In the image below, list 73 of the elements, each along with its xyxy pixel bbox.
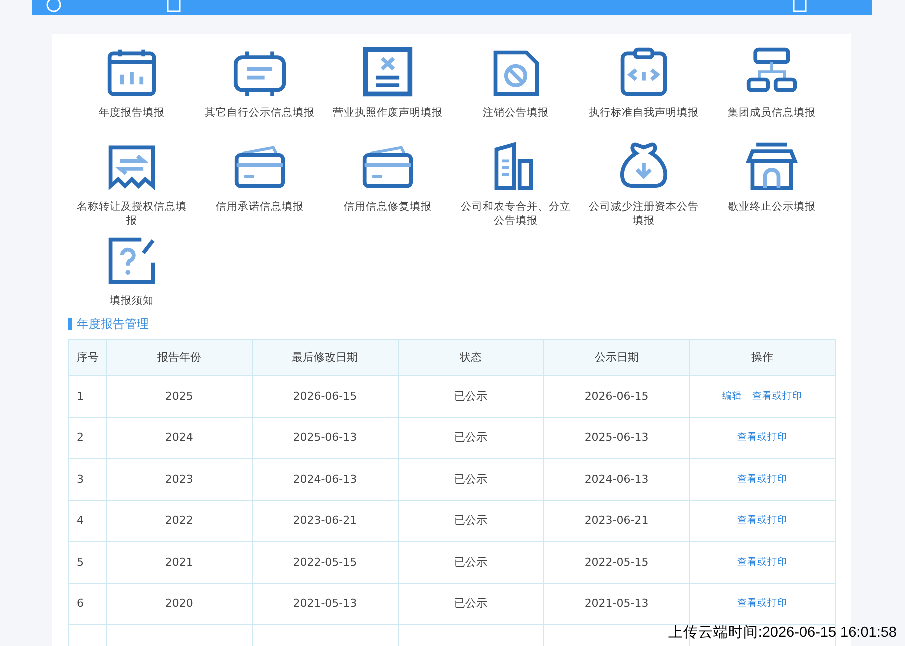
service-tile[interactable]: 公司和农专合并、分立公告填报 (452, 140, 580, 228)
action-link[interactable]: 查看或打印 (738, 474, 788, 485)
table-cell: 已公示 (398, 583, 544, 624)
table-cell: 2026-06-15 (544, 376, 690, 417)
service-label: 填报须知 (109, 294, 155, 308)
service-label: 歇业终止公示填报 (727, 200, 817, 214)
table-cell: 2020 (106, 583, 252, 624)
service-label: 年度报告填报 (98, 106, 166, 120)
service-label: 注销公告填报 (482, 106, 550, 120)
table-cell: 2021 (106, 542, 252, 583)
table-cell: 6 (68, 583, 106, 624)
action-link[interactable]: 查看或打印 (738, 432, 788, 444)
table-cell: 已公示 (398, 458, 544, 500)
service-label: 名称转让及授权信息填报 (76, 200, 188, 228)
action-link[interactable]: 编辑 (722, 390, 743, 402)
action-link[interactable]: 查看或打印 (738, 556, 788, 568)
table-cell: 已公示 (398, 417, 544, 458)
service-label: 集团成员信息填报 (727, 106, 817, 120)
service-label: 营业执照作废声明填报 (332, 106, 444, 120)
section-title: 年度报告管理 (68, 318, 836, 330)
service-label: 信用承诺信息填报 (215, 200, 305, 214)
table-cell: 2 (68, 417, 106, 458)
column-header: 操作 (690, 340, 836, 376)
table-cell: 3 (68, 458, 106, 500)
column-header: 最后修改日期 (252, 340, 398, 376)
table-cell: 2022 (106, 500, 252, 542)
service-tile[interactable]: 执行标准自我声明填报 (580, 46, 708, 134)
service-tile[interactable]: 年度报告填报 (68, 46, 196, 134)
column-header: 报告年份 (106, 340, 252, 376)
service-tile[interactable]: 集团成员信息填报 (708, 46, 836, 134)
service-label: 信用信息修复填报 (343, 200, 433, 214)
table-cell: 已公示 (398, 542, 544, 583)
table-cell: 2025-06-13 (252, 417, 398, 458)
table-cell: 1 (68, 376, 106, 417)
service-tile[interactable]: 填报须知 (68, 234, 196, 314)
column-header: 状态 (398, 340, 544, 376)
table-cell: 2023-06-21 (252, 500, 398, 542)
service-tile[interactable]: 名称转让及授权信息填报 (68, 140, 196, 228)
service-label: 公司和农专合并、分立公告填报 (460, 200, 572, 228)
service-label: 其它自行公示信息填报 (204, 106, 316, 120)
column-header: 序号 (68, 340, 106, 376)
clock-icon (46, 0, 62, 13)
table-cell: 已公示 (398, 376, 544, 417)
table-cell: 2024-06-13 (252, 458, 398, 500)
service-label: 公司减少注册资本公告填报 (588, 200, 700, 228)
table-cell: 2021-05-13 (252, 583, 398, 624)
upload-timestamp: 上传云端时间:2026-06-15 16:01:58 (667, 624, 898, 642)
service-tile[interactable]: 信用信息修复填报 (324, 140, 452, 228)
table-cell: 2023 (106, 458, 252, 500)
service-tile[interactable]: 其它自行公示信息填报 (196, 46, 324, 134)
service-tile[interactable]: 歇业终止公示填报 (708, 140, 836, 228)
table-cell: 4 (68, 500, 106, 542)
table-cell: 2025-06-13 (544, 417, 690, 458)
table-cell: 已公示 (398, 500, 544, 542)
table-cell: 2022-05-15 (544, 542, 690, 583)
action-link[interactable]: 查看或打印 (738, 515, 788, 526)
table-cell: 2022-05-15 (252, 542, 398, 583)
table-cell: 2024-06-13 (544, 458, 690, 500)
action-link[interactable]: 查看或打印 (738, 598, 788, 610)
table-cell: 2023-06-21 (544, 500, 690, 542)
document-icon (166, 0, 182, 13)
service-tile[interactable]: 注销公告填报 (452, 46, 580, 134)
table-cell: 2021-05-13 (544, 583, 690, 624)
action-link[interactable]: 查看或打印 (752, 390, 803, 402)
service-tile[interactable]: 营业执照作废声明填报 (324, 46, 452, 134)
column-header: 公示日期 (544, 340, 690, 376)
table-cell: 2025 (106, 376, 252, 417)
service-tile[interactable]: 信用承诺信息填报 (196, 140, 324, 228)
service-label: 执行标准自我声明填报 (588, 106, 700, 120)
table-cell: 2026-06-15 (252, 376, 398, 417)
table-cell: 2024 (106, 417, 252, 458)
service-tile[interactable]: 公司减少注册资本公告填报 (580, 140, 708, 228)
table-cell: 5 (68, 542, 106, 583)
